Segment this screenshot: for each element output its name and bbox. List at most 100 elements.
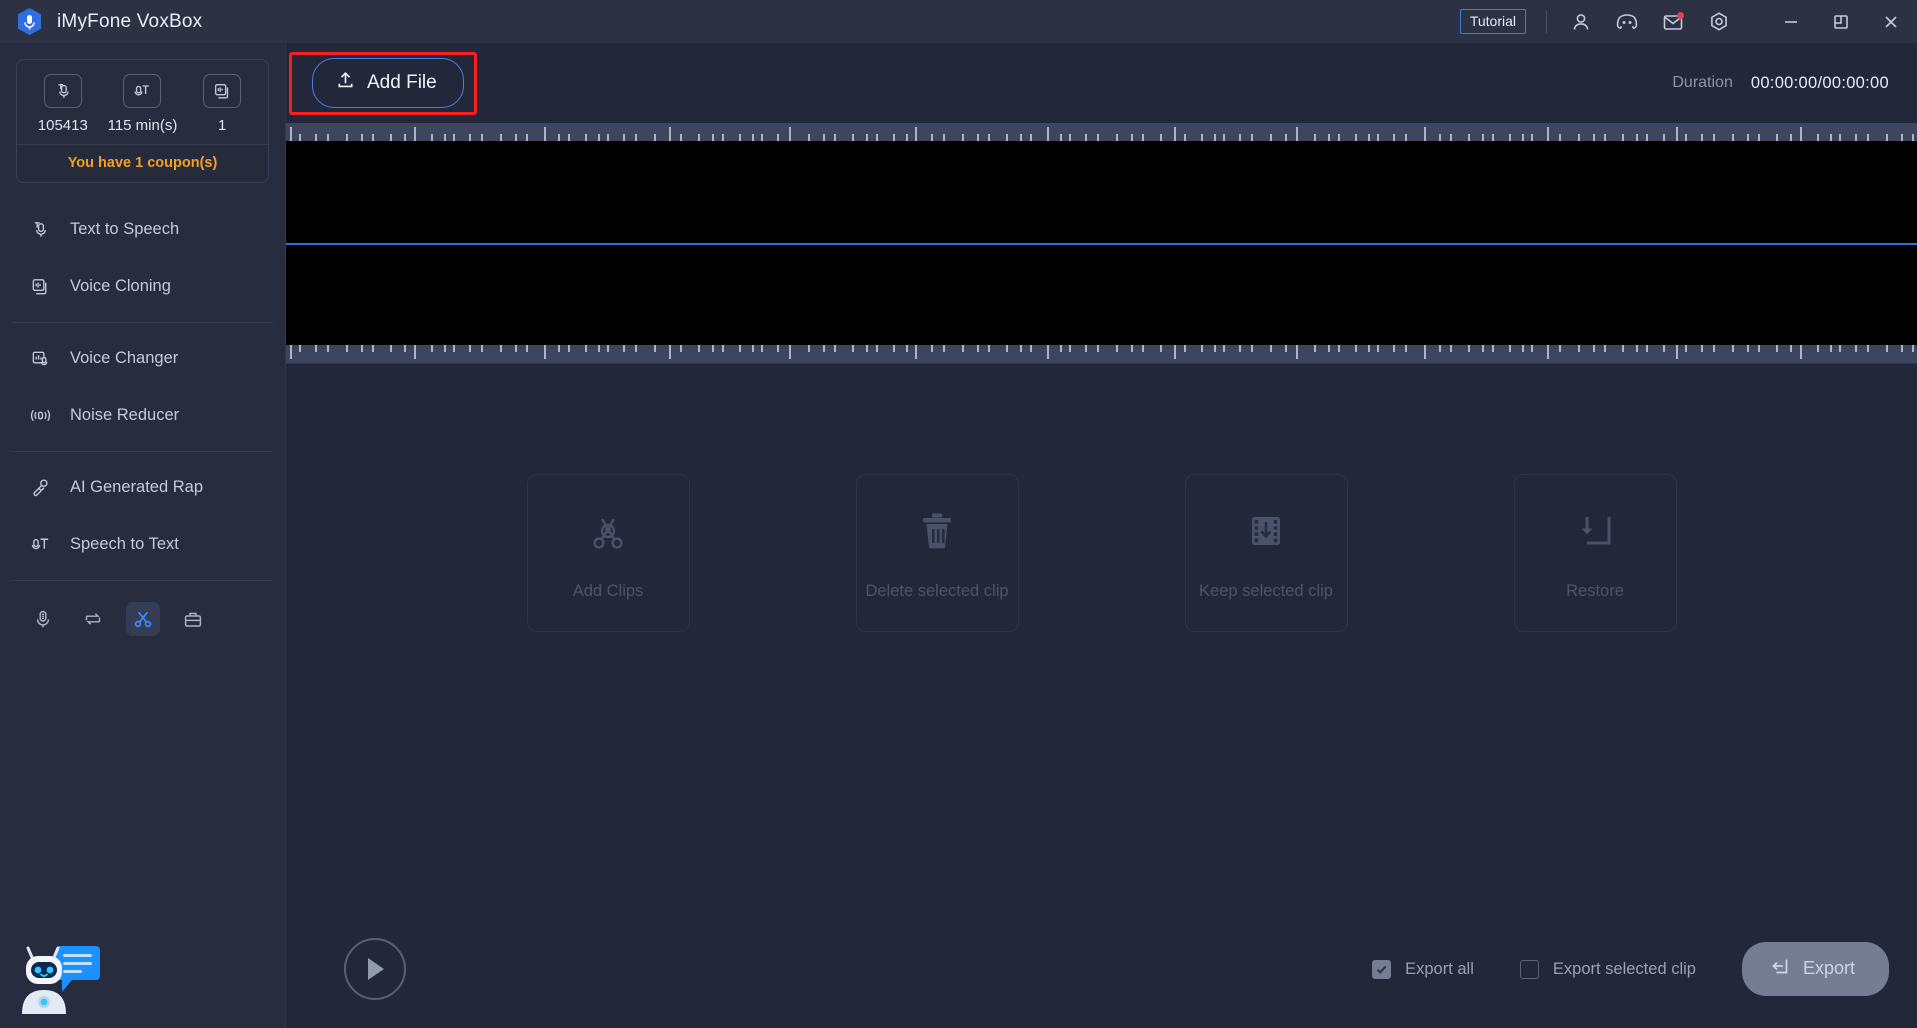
ruler-tick xyxy=(327,345,329,352)
recorder-icon[interactable] xyxy=(26,602,60,636)
stat-value: 105413 xyxy=(37,117,88,134)
ruler-tick xyxy=(1604,134,1606,141)
close-icon[interactable] xyxy=(1879,10,1903,34)
discord-icon[interactable] xyxy=(1615,10,1639,34)
ruler-tick xyxy=(1790,345,1792,352)
keep-selected-clip-button[interactable]: Keep selected clip xyxy=(1184,474,1348,632)
add-clips-button[interactable]: Add Clips xyxy=(526,474,690,632)
noise-reducer-icon xyxy=(29,405,51,427)
clip-action-area: Add Clips Delete selected clip Keep sele… xyxy=(286,364,1917,910)
ruler-tick xyxy=(1901,134,1903,141)
minimize-icon[interactable] xyxy=(1779,10,1803,34)
add-file-button[interactable]: Add File xyxy=(312,58,464,108)
export-all-checkbox[interactable]: Export all xyxy=(1372,959,1474,979)
ruler-tick xyxy=(1912,345,1914,352)
ruler-tick xyxy=(1097,345,1099,352)
converter-icon[interactable] xyxy=(76,602,110,636)
ruler-tick xyxy=(1355,134,1357,141)
ruler-tick xyxy=(544,345,546,359)
ruler-tick xyxy=(808,134,810,141)
ruler-tick xyxy=(290,127,292,141)
app-title: iMyFone VoxBox xyxy=(57,10,203,32)
ruler-tick xyxy=(1314,134,1316,141)
ruler-tick xyxy=(372,345,374,352)
chat-assistant-robot-icon[interactable] xyxy=(12,932,108,1020)
tutorial-button[interactable]: Tutorial xyxy=(1459,8,1526,35)
mail-icon[interactable] xyxy=(1661,10,1685,34)
ruler-tick xyxy=(372,134,374,141)
ruler-tick xyxy=(1817,134,1819,141)
ruler-tick xyxy=(1328,134,1330,141)
delete-selected-clip-button[interactable]: Delete selected clip xyxy=(855,474,1019,632)
ruler-tick xyxy=(1047,127,1049,141)
ruler-tick xyxy=(1867,345,1869,352)
sidebar-item-voice-cloning[interactable]: Voice Cloning xyxy=(0,258,285,315)
ruler-tick xyxy=(823,134,825,141)
stat-speech-to-text[interactable]: 115 min(s) xyxy=(103,74,182,134)
sidebar-item-text-to-speech[interactable]: Text to Speech xyxy=(0,201,285,258)
export-selected-clip-checkbox[interactable]: Export selected clip xyxy=(1519,959,1696,979)
trash-icon xyxy=(911,505,963,562)
ruler-tick xyxy=(1006,345,1008,352)
timeline-ruler-top[interactable] xyxy=(286,123,1917,141)
ruler-tick xyxy=(623,345,625,352)
ruler-tick xyxy=(1069,134,1071,141)
app-branding: iMyFone VoxBox xyxy=(16,7,202,36)
waveform-canvas[interactable] xyxy=(286,141,1917,345)
ruler-tick xyxy=(1713,134,1715,141)
ruler-tick xyxy=(1201,345,1203,352)
speech-to-text-icon xyxy=(123,74,162,108)
ruler-tick xyxy=(1160,345,1162,352)
sidebar-item-voice-changer[interactable]: Voice Changer xyxy=(0,330,285,387)
ruler-tick xyxy=(654,345,656,352)
waveform-panel[interactable] xyxy=(286,123,1917,363)
restore-button[interactable]: Restore xyxy=(1513,474,1677,632)
ruler-tick xyxy=(1174,127,1176,141)
ruler-tick xyxy=(607,345,609,352)
ruler-tick xyxy=(698,134,700,141)
ruler-tick xyxy=(1636,134,1638,141)
ruler-tick xyxy=(1646,345,1648,352)
sidebar-item-label: Text to Speech xyxy=(70,220,180,238)
ruler-tick xyxy=(1747,134,1749,141)
scissors-x-icon xyxy=(582,505,634,562)
ruler-tick xyxy=(1732,134,1734,141)
ruler-tick xyxy=(834,134,836,141)
ruler-tick xyxy=(1855,345,1857,352)
maximize-icon[interactable] xyxy=(1829,10,1853,34)
mail-badge-dot xyxy=(1677,11,1684,19)
cutter-scissors-icon[interactable] xyxy=(126,602,160,636)
coupon-banner[interactable]: You have 1 coupon(s) xyxy=(17,144,268,182)
ruler-tick xyxy=(834,345,836,352)
stat-text-to-speech[interactable]: 105413 xyxy=(23,74,102,134)
play-button[interactable] xyxy=(344,938,406,1000)
ruler-tick xyxy=(1855,134,1857,141)
play-icon xyxy=(368,958,384,980)
timeline-ruler-bottom[interactable] xyxy=(286,345,1917,363)
sidebar-item-ai-generated-rap[interactable]: AI Generated Rap xyxy=(0,459,285,516)
stat-voice-cloning[interactable]: 1 xyxy=(183,74,262,134)
ruler-tick xyxy=(1097,134,1099,141)
sidebar-item-label: Noise Reducer xyxy=(70,406,180,424)
ruler-tick xyxy=(1450,345,1452,352)
ruler-tick xyxy=(500,345,502,352)
ruler-tick xyxy=(390,134,392,141)
settings-icon[interactable] xyxy=(1707,10,1731,34)
ruler-tick xyxy=(1131,134,1133,141)
ruler-tick xyxy=(739,134,741,141)
title-bar: iMyFone VoxBox Tutorial xyxy=(0,0,1917,43)
ruler-tick xyxy=(712,345,714,352)
export-button-label: Export xyxy=(1802,958,1855,978)
upload-icon xyxy=(335,69,356,96)
toolbox-icon[interactable] xyxy=(176,602,210,636)
ruler-tick xyxy=(1184,345,1186,352)
ruler-tick xyxy=(1368,134,1370,141)
clip-action-label: Delete selected clip xyxy=(865,582,1009,600)
export-button[interactable]: Export xyxy=(1741,942,1889,996)
sidebar-item-noise-reducer[interactable]: Noise Reducer xyxy=(0,387,285,444)
ruler-tick xyxy=(1160,134,1162,141)
ruler-tick xyxy=(1886,134,1888,141)
sidebar-item-speech-to-text[interactable]: Speech to Text xyxy=(0,516,285,573)
titlebar-divider xyxy=(1546,10,1547,33)
account-icon[interactable] xyxy=(1569,10,1593,34)
